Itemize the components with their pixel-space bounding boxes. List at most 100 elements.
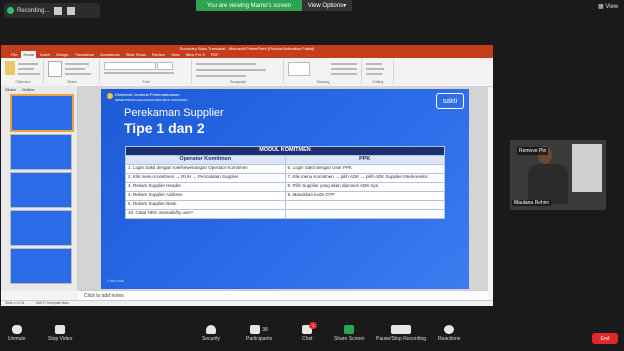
table-cell: 7. Klik menu Komitmen → pilih ADK → pili… [284, 173, 445, 183]
ribbon-tab-home[interactable]: Home [21, 51, 37, 58]
table-cell: 10. Catat NRS otomatis/by user* [125, 209, 286, 219]
group-label-paragraph: Paragraph [229, 80, 247, 84]
pane-tabs: Slides Outline [5, 87, 35, 92]
table-row: 5. Rekam Supplier Bank [125, 200, 445, 210]
theme-name: SAKTI Template Baru [35, 301, 70, 305]
table-row: 1. Login Sakti dengan role/kewenangan Op… [125, 164, 445, 174]
ribbon-tab-nitro-pro-9[interactable]: Nitro Pro 9 [184, 51, 207, 58]
ribbon-group-paragraph: Paragraph [193, 59, 284, 84]
shapes-gallery[interactable] [288, 62, 310, 76]
participant-name-label: Maulana Rohim [512, 200, 552, 206]
shield-icon [206, 325, 217, 334]
current-slide[interactable]: Direktorat Jenderal Perbendaharaan KEMEN… [101, 89, 469, 289]
share-screen-button[interactable]: Share Screen [334, 325, 365, 342]
ribbon-group-drawing: Drawing [285, 59, 362, 84]
end-meeting-button[interactable]: End [592, 333, 618, 344]
ribbon-group-font: Font [101, 59, 192, 84]
tab-slides[interactable]: Slides [5, 87, 16, 92]
slide-counter: Slide 1 of 24 [5, 301, 25, 305]
recording-indicator[interactable]: Recording... [4, 3, 100, 18]
logo-line1: Direktorat Jenderal Perbendaharaan [115, 92, 180, 97]
ribbon-tab-pdf[interactable]: PDF [209, 51, 221, 58]
recording-dot-icon [7, 7, 14, 14]
ribbon-tab-slide-show[interactable]: Slide Show [124, 51, 148, 58]
ribbon-tab-insert[interactable]: Insert [38, 51, 52, 58]
table-cell: 2. Klik menu Komitmen → RUH → Pencatatan… [125, 173, 286, 183]
ribbon-tab-transitions[interactable]: Transitions [73, 51, 96, 58]
new-slide-icon[interactable] [48, 61, 62, 77]
table-cell [284, 200, 445, 210]
group-label-drawing: Drawing [316, 80, 330, 84]
pause-icon[interactable] [54, 6, 63, 15]
screen-share-banner: You are viewing Mamo's screen [196, 0, 302, 11]
ribbon-group-slides: Slides [45, 59, 100, 84]
group-label-editing: Editing [372, 80, 384, 84]
group-label-slides: Slides [67, 80, 77, 84]
video-camera-icon [55, 325, 66, 334]
ribbon-tab-file[interactable]: File [9, 51, 19, 58]
ribbon-tab-animations[interactable]: Animations [98, 51, 122, 58]
unmute-button[interactable]: Unmute [8, 325, 26, 342]
recording-label: Recording... [17, 7, 50, 14]
tab-outline[interactable]: Outline [22, 87, 35, 92]
chevron-down-icon: ▾ [343, 3, 347, 9]
ribbon-tabs: File Home Insert Design Transitions Animation… [1, 51, 493, 58]
participants-button[interactable]: 38 Participants [246, 325, 272, 342]
pause-recording-button[interactable]: Pause/Stop Recording [376, 325, 426, 342]
slide-thumbnail[interactable] [10, 94, 74, 132]
ribbon-tab-view[interactable]: View [169, 51, 182, 58]
slide-title-line1: Perekaman Supplier [124, 107, 224, 119]
share-screen-icon [344, 325, 355, 334]
table-title: MODUL KOMITMEN [125, 146, 445, 156]
slide-footer: © SETI 2020 [107, 279, 125, 283]
remove-pin-button[interactable]: Remove Pin [517, 147, 549, 155]
group-label-font: Font [142, 80, 150, 84]
font-size-field[interactable] [157, 62, 173, 70]
reactions-button[interactable]: Reactions [438, 325, 460, 342]
status-bar: Slide 1 of 24 SAKTI Template Baru [1, 300, 493, 306]
table-row: 10. Catat NRS otomatis/by user* [125, 209, 445, 219]
slide-thumbnail[interactable] [10, 248, 72, 284]
table-cell: 3. Rekam Supplier Header [125, 182, 286, 192]
table-cell: 5. Rekam Supplier Bank [125, 200, 286, 210]
people-icon [250, 325, 261, 334]
paste-icon[interactable] [5, 61, 15, 75]
slide-thumbnail[interactable] [10, 134, 72, 170]
table-cell: 4. Rekam Supplier Address [125, 191, 286, 201]
chat-badge: 1 [309, 322, 318, 329]
notes-pane[interactable]: Click to add notes [78, 290, 488, 300]
view-button[interactable]: ▦ View [598, 3, 618, 10]
table-cell: 8. Pilih Supplier yang akan diproses ADK… [284, 182, 445, 192]
background-wall [572, 144, 602, 192]
view-options-button[interactable]: View Options ▾ [302, 0, 352, 11]
font-name-field[interactable] [104, 62, 156, 70]
column-header-operator: Operator Komitmen [125, 155, 286, 165]
slide-thumbnail[interactable] [10, 210, 72, 246]
table-row: 3. Rekam Supplier Header 8. Pilih Suppli… [125, 182, 445, 192]
chat-button[interactable]: 1 Chat [302, 322, 318, 342]
table-row: 2. Klik menu Komitmen → RUH → Pencatatan… [125, 173, 445, 183]
security-button[interactable]: Security [202, 325, 220, 342]
person-body [528, 164, 568, 204]
logo-line2: KEMENTERIAN KEUANGAN REPUBLIK INDONESIA [115, 98, 188, 102]
table-row: 4. Rekam Supplier Address 9. Masukkan ko… [125, 191, 445, 201]
slide-thumbnail[interactable] [10, 172, 72, 208]
table-cell: 1. Login Sakti dengan role/kewenangan Op… [125, 164, 286, 174]
modul-komitmen-table: MODUL KOMITMEN Operator Komitmen PPK 1. … [125, 146, 445, 219]
pause-stop-icon [391, 325, 412, 334]
group-label-clipboard: Clipboard [15, 80, 31, 84]
slide-editor: Direktorat Jenderal Perbendaharaan KEMEN… [78, 86, 488, 290]
kemenkeu-logo-icon [107, 93, 113, 99]
sakti-logo: sakti [436, 93, 464, 109]
participants-count: 38 [262, 326, 268, 333]
ribbon-group-clipboard: Clipboard [3, 59, 44, 84]
stop-video-button[interactable]: Stop Video [48, 325, 72, 342]
ribbon-group-editing: Editing [363, 59, 394, 84]
ribbon-tab-review[interactable]: Review [150, 51, 167, 58]
powerpoint-window: Summary Sdsu Transaksi - Microsoft Power… [1, 45, 493, 306]
microphone-muted-icon [11, 325, 22, 334]
ribbon-tab-design[interactable]: Design [54, 51, 70, 58]
ribbon: Clipboard Slides Font Paragraph Drawing … [1, 58, 493, 87]
meeting-toolbar: Unmute Stop Video Security 38 Participan… [0, 322, 624, 351]
stop-icon[interactable] [67, 6, 76, 15]
